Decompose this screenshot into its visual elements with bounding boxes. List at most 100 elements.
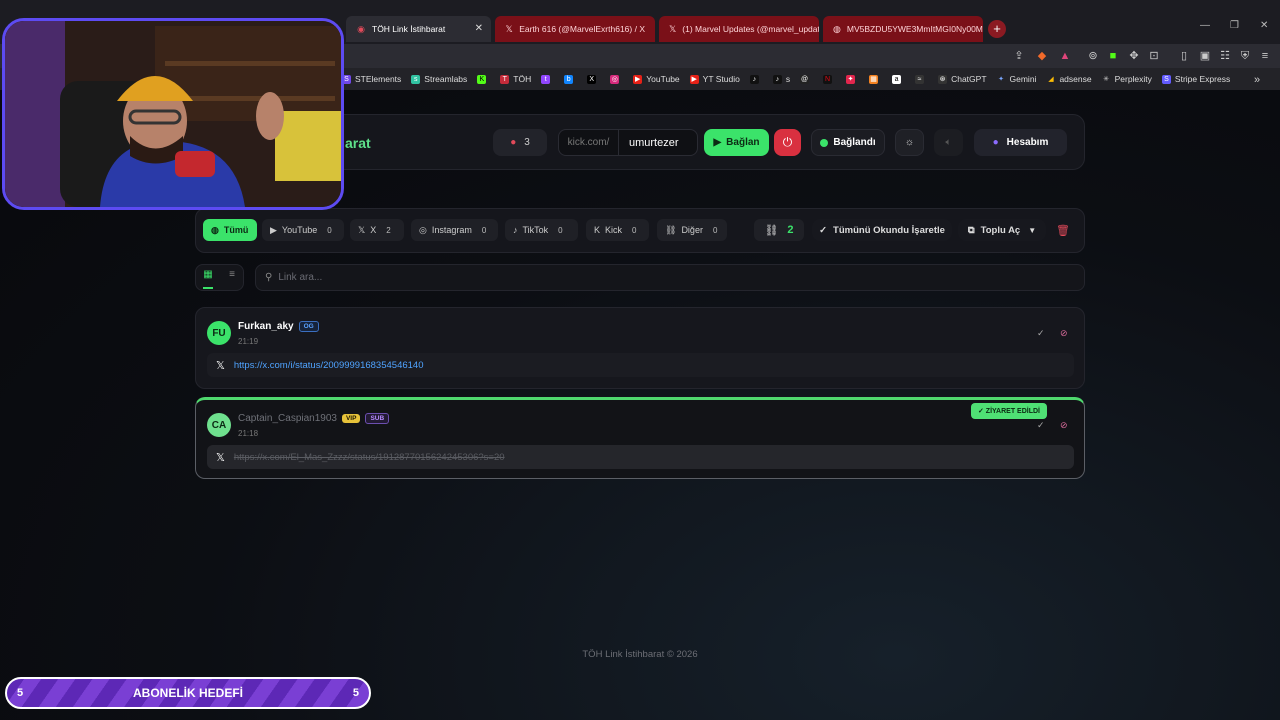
red-app-icon: ✦	[846, 74, 856, 84]
bookmark-gemini[interactable]: ✦ Gemini	[997, 74, 1036, 84]
bookmark-streamlabs[interactable]: s Streamlabs	[411, 74, 467, 84]
bookmark-youtube[interactable]: ▶ YouTube	[633, 74, 680, 84]
bookmark-orange[interactable]: ▦	[869, 74, 882, 84]
block-user-icon[interactable]: ⊘	[1060, 420, 1068, 431]
connect-button[interactable]: ▶ Bağlan	[704, 129, 769, 156]
filter-kick[interactable]: K Kick 0	[586, 219, 649, 241]
bookmark-bluesky[interactable]: b	[564, 74, 577, 84]
vpn-icon[interactable]: ⛨	[1238, 49, 1252, 63]
search-box: ⚲	[255, 264, 1085, 291]
account-button[interactable]: ● Hesabım	[974, 129, 1067, 156]
share-icon[interactable]: ⇪	[1012, 49, 1026, 63]
play-icon: ▶	[713, 137, 722, 148]
disconnect-button[interactable]: ⏻	[774, 129, 801, 156]
reader-icon[interactable]: ☷	[1218, 49, 1232, 63]
x-logo-icon: 𝕏	[505, 24, 513, 34]
tab-toh-link[interactable]: ◉ TÖH Link İstihbarat ✕	[346, 16, 491, 42]
bookmark-tiktok[interactable]: ♪	[749, 74, 763, 84]
bookmark-adsense[interactable]: ◢ adsense	[1046, 74, 1091, 84]
extension-icon[interactable]: ⊚	[1086, 49, 1100, 63]
grid-view-icon[interactable]: ▦	[201, 269, 215, 283]
filter-x[interactable]: 𝕏X2	[350, 219, 404, 241]
bookmark-x[interactable]: X	[587, 74, 600, 84]
bookmark-twitch[interactable]: t	[541, 74, 554, 84]
connection-status: Bağlandı	[811, 129, 885, 156]
link-url[interactable]: https://x.com/i/status/20099991683545461…	[234, 360, 424, 371]
tab-earth616[interactable]: 𝕏 Earth 616 (@MarvelExrth616) / X	[495, 16, 655, 42]
filter-tiktok[interactable]: ♪ TikTok 0	[505, 219, 578, 241]
mark-read-icon[interactable]: ✓	[1037, 328, 1045, 339]
tab-marvel-updates[interactable]: 𝕏 (1) Marvel Updates (@marvel_updat	[659, 16, 819, 42]
link-app-icon: ≈	[915, 74, 925, 84]
bookmark-tiktok-s[interactable]: ♪ s	[772, 74, 790, 84]
theme-toggle-button[interactable]: ☼	[895, 129, 924, 156]
streamer-webcam-image	[5, 21, 341, 207]
more-bookmarks-icon[interactable]: »	[1250, 73, 1264, 87]
mark-all-read-button[interactable]: ✓ Tümünü Okundu İşaretle	[812, 219, 952, 241]
channel-input-group[interactable]: kick.com/ umurtezer	[558, 129, 698, 156]
bookmark-stelements[interactable]: S STElements	[342, 74, 401, 84]
username[interactable]: Furkan_aky OG	[238, 321, 319, 332]
bulk-open-button[interactable]: ⧉ Toplu Aç ▼	[958, 219, 1046, 241]
bookmark-yt-studio[interactable]: ▶ YT Studio	[689, 74, 740, 84]
mark-read-icon[interactable]: ✓	[1037, 420, 1045, 431]
menu-icon[interactable]: ≡	[1258, 49, 1272, 63]
sidebar-icon[interactable]: ▯	[1177, 49, 1191, 63]
status-dot-icon	[820, 138, 829, 147]
link-icon: ⛓	[764, 224, 779, 237]
footer-text: TÖH Link İstihbarat © 2026	[582, 649, 698, 660]
user-icon: ●	[992, 137, 999, 148]
check-icon: ✓	[819, 224, 828, 236]
bookmark-kick[interactable]: K	[477, 74, 490, 84]
active-view-indicator	[203, 287, 213, 289]
kick-extension-icon[interactable]: ■	[1106, 49, 1120, 63]
bookmark-chatgpt[interactable]: ⊛ ChatGPT	[938, 74, 987, 84]
bookmark-threads[interactable]: @	[800, 74, 813, 84]
list-view-icon[interactable]: ≡	[225, 269, 239, 283]
tab-image[interactable]: ◍ MV5BZDU5YWE3MmItMGI0Ny00MY	[823, 16, 983, 42]
filter-other[interactable]: ⛓ Diğer 0	[657, 219, 727, 241]
new-tab-button[interactable]: +	[988, 20, 1006, 38]
sun-icon: ☼	[904, 137, 915, 148]
gemini-icon: ✦	[998, 75, 1004, 83]
puzzle-icon[interactable]: ✥	[1127, 49, 1141, 63]
toh-icon: T	[500, 74, 510, 84]
bookmark-perplexity[interactable]: ✳ Perplexity	[1102, 74, 1152, 84]
sound-toggle-button[interactable]: 🔈︎	[934, 129, 963, 156]
link-url[interactable]: https://x.com/El_Mas_Zzzz/status/1912877…	[234, 452, 505, 463]
rewards-icon[interactable]: ▲	[1058, 49, 1072, 63]
wallet-icon[interactable]: ▣	[1198, 49, 1212, 63]
chevron-down-icon: ▼	[1028, 225, 1037, 235]
channel-input[interactable]: umurtezer	[619, 137, 679, 149]
bookmark-instagram[interactable]: ◎	[610, 74, 623, 84]
tiktok-icon: ♪	[772, 74, 782, 84]
brave-shield-icon[interactable]: ◆	[1035, 49, 1049, 63]
bookmark-netflix[interactable]: N	[823, 74, 836, 84]
globe-icon: ◍	[211, 224, 219, 235]
clear-all-button[interactable]: 🗑︎	[1054, 221, 1072, 239]
bookmark-misc[interactable]: ≈	[915, 74, 928, 84]
youtube-icon: ▶	[633, 74, 643, 84]
bookmark-amazon[interactable]: a	[892, 74, 905, 84]
block-user-icon[interactable]: ⊘	[1060, 328, 1068, 339]
filter-youtube[interactable]: ▶ YouTube 0	[262, 219, 344, 241]
minimize-icon[interactable]: —	[1200, 20, 1210, 31]
window-close-icon[interactable]: ✕	[1260, 20, 1268, 31]
bookmark-toh[interactable]: T TÖH	[500, 74, 531, 84]
kick-icon: K	[594, 225, 601, 235]
bookmark-stripe[interactable]: S Stripe Express	[1161, 74, 1230, 84]
username[interactable]: Captain_Caspian1903 VIP SUB	[238, 413, 390, 424]
filter-all[interactable]: ◍ Tümü	[203, 219, 257, 241]
search-input[interactable]	[278, 272, 979, 283]
x-logo-icon: 𝕏	[216, 451, 225, 464]
avatar: CA	[207, 413, 231, 437]
bookmark-red[interactable]: ✦	[846, 74, 859, 84]
close-tab-icon[interactable]: ✕	[475, 23, 483, 34]
restore-icon[interactable]: ❐	[1230, 20, 1239, 31]
screenshot-icon[interactable]: ⊡	[1147, 49, 1161, 63]
kick-icon: K	[477, 74, 487, 84]
amazon-icon: a	[892, 74, 902, 84]
filter-instagram[interactable]: ◎ Instagram 0	[411, 219, 498, 241]
webcam-overlay	[2, 18, 344, 210]
timestamp: 21:19	[238, 337, 259, 346]
